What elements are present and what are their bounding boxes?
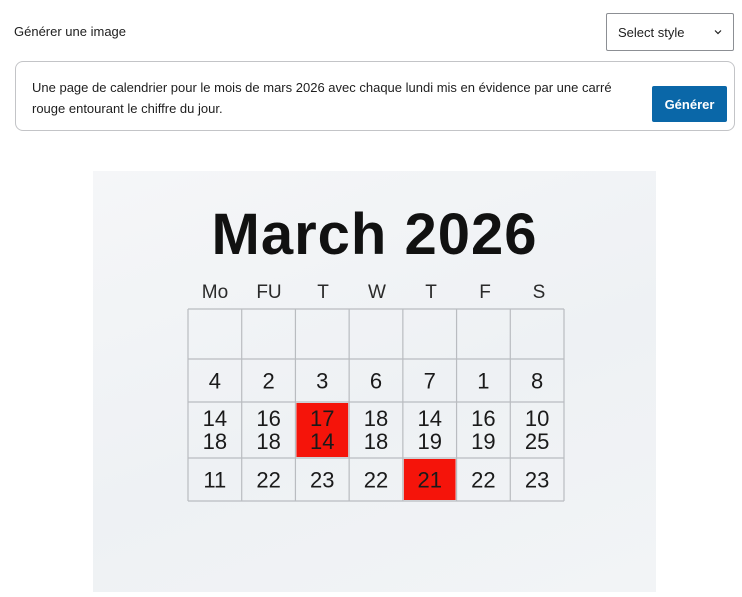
prompt-text[interactable]: Une page de calendrier pour le mois de m… [32,77,632,119]
calendar-day-number: 22 [256,468,280,493]
calendar-day-number: 23 [310,468,334,493]
calendar-day-number: 16 [471,406,495,431]
calendar-day-number: 23 [525,468,549,493]
calendar-day-number: 18 [256,429,280,454]
calendar-day-number: 11 [203,468,226,493]
generated-image: March 2026 Mo FU T W T F S 4 2 3 6 7 1 8 14 18 16… [93,171,656,592]
calendar-day-number: 2 [262,369,274,394]
calendar-day-number: 22 [364,468,388,493]
chevron-down-icon [713,27,723,37]
image-generator-panel: Générer une image Select style Une page … [0,0,742,597]
calendar-day-number: 18 [203,429,227,454]
prompt-box[interactable]: Une page de calendrier pour le mois de m… [15,61,735,131]
calendar-day-number: 14 [203,406,227,431]
calendar-day-number: 3 [316,369,328,394]
calendar-day-number: 1 [477,369,489,394]
calendar-day-number: 14 [417,406,441,431]
style-select[interactable]: Select style [606,13,734,51]
calendar-day-number: 7 [424,369,436,394]
generate-button[interactable]: Générer [652,86,727,122]
style-select-value: Select style [618,24,685,40]
calendar-day-number: 10 [525,406,549,431]
calendar-day-number: 25 [525,429,549,454]
calendar-day-number: 8 [531,369,543,394]
calendar-grid: 4 2 3 6 7 1 8141816181714181814191619102511 22 2… [187,308,565,502]
calendar-day-number: 21 [417,468,441,493]
calendar-day-number: 17 [310,406,334,431]
calendar-day-number: 6 [370,369,382,394]
calendar-day-number: 16 [256,406,280,431]
calendar-day-number: 19 [471,429,495,454]
calendar-day-number: 22 [471,468,495,493]
calendar-day-number: 18 [364,406,388,431]
calendar-day-number: 14 [310,429,334,454]
calendar-day-number: 19 [417,429,441,454]
panel-title: Générer une image [14,24,127,39]
calendar-day-number: 18 [364,429,388,454]
calendar-day-number: 4 [209,369,221,394]
